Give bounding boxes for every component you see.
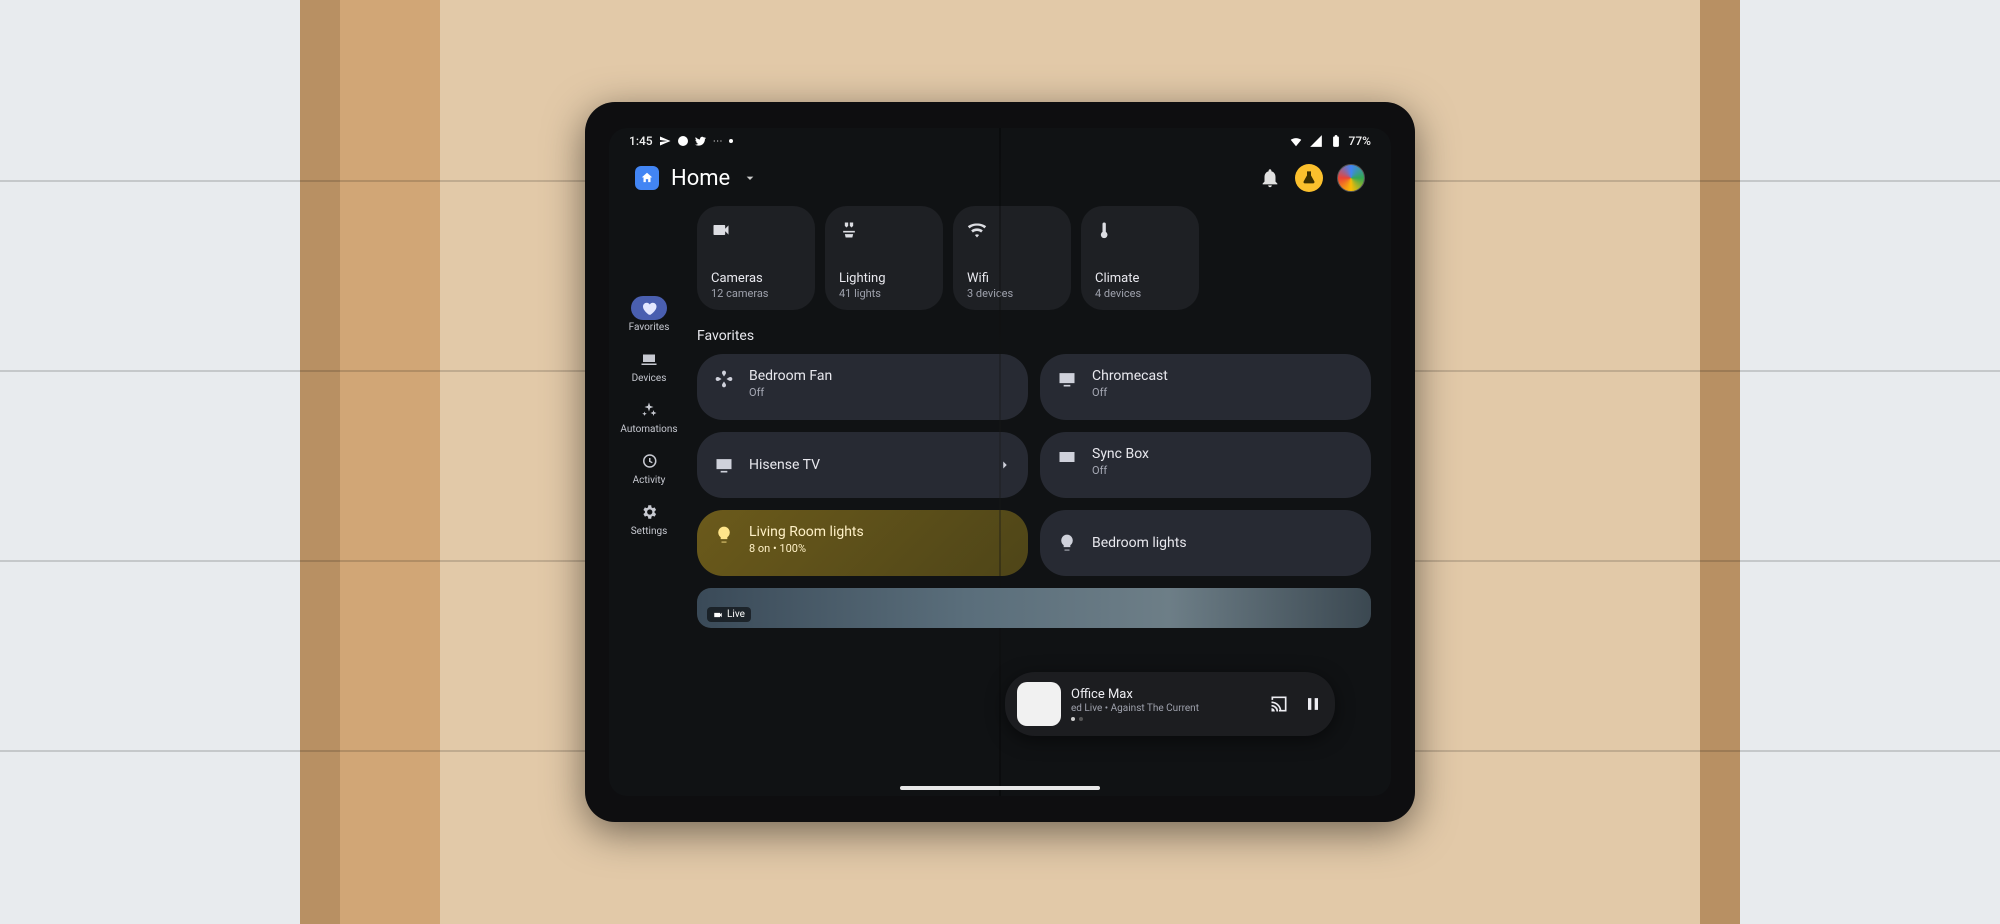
sidebar-item-settings[interactable]: Settings: [631, 500, 668, 537]
category-label: Cameras: [711, 271, 801, 286]
device-hisense-tv[interactable]: Hisense TV: [697, 432, 1028, 498]
sidebar-item-label: Automations: [620, 424, 677, 435]
device-status: Off: [749, 386, 832, 399]
device-name: Bedroom Fan: [749, 368, 832, 384]
wifi-icon: [1289, 134, 1303, 148]
sidebar-item-label: Devices: [632, 373, 667, 384]
send-icon: [659, 135, 671, 147]
reddit-icon: [677, 135, 689, 147]
camera-icon: [713, 610, 723, 620]
device-name: Sync Box: [1092, 446, 1149, 462]
sidebar-item-favorites[interactable]: Favorites: [629, 296, 670, 333]
section-favorites-title: Favorites: [697, 328, 1371, 344]
category-lighting[interactable]: Lighting 41 lights: [825, 206, 943, 310]
sidebar-item-label: Settings: [631, 526, 668, 537]
bell-icon[interactable]: [1259, 167, 1281, 189]
sidebar-item-activity[interactable]: Activity: [631, 449, 667, 486]
home-indicator[interactable]: [900, 786, 1100, 790]
tv-icon: [714, 455, 734, 475]
category-sub: 41 lights: [839, 287, 929, 300]
bulb-icon: [1057, 533, 1077, 553]
fan-icon: [714, 369, 734, 389]
device-name: Chromecast: [1092, 368, 1168, 384]
device-status: 8 on • 100%: [749, 542, 864, 555]
sidebar: Favorites Devices Automations Activity S…: [609, 204, 689, 786]
clock: 1:45: [629, 134, 653, 148]
device-name: Living Room lights: [749, 524, 864, 540]
device-frame: 1:45 ⋯ 77% Home: [585, 102, 1415, 822]
flask-icon: [1301, 170, 1317, 186]
cast-icon[interactable]: [1269, 694, 1289, 714]
category-sub: 12 cameras: [711, 287, 801, 300]
media-player[interactable]: Office Max ed Live • Against The Current: [1005, 672, 1335, 736]
device-bedroom-fan[interactable]: Bedroom Fan Off: [697, 354, 1028, 420]
track-title: Office Max: [1071, 687, 1199, 702]
sidebar-item-devices[interactable]: Devices: [631, 347, 667, 384]
page-title[interactable]: Home: [671, 166, 730, 191]
box-icon: [1057, 447, 1077, 467]
pause-icon[interactable]: [1303, 694, 1323, 714]
device-status: Off: [1092, 386, 1168, 399]
tv-icon: [1057, 369, 1077, 389]
battery-icon: [1329, 134, 1343, 148]
sidebar-item-label: Activity: [633, 475, 666, 486]
device-name: Bedroom lights: [1092, 535, 1187, 551]
thermometer-icon: [1095, 220, 1115, 240]
gear-icon: [640, 503, 658, 521]
chevron-down-icon[interactable]: [742, 170, 758, 186]
category-wifi[interactable]: Wifi 3 devices: [953, 206, 1071, 310]
twitter-icon: [695, 135, 707, 147]
category-cameras[interactable]: Cameras 12 cameras: [697, 206, 815, 310]
device-sync-box[interactable]: Sync Box Off: [1040, 432, 1371, 498]
sparkle-icon: [640, 401, 658, 419]
camera-feed[interactable]: Live: [697, 588, 1371, 628]
device-bedroom-lights[interactable]: Bedroom lights: [1040, 510, 1371, 576]
category-climate[interactable]: Climate 4 devices: [1081, 206, 1199, 310]
devices-icon: [640, 350, 658, 368]
device-living-room-lights[interactable]: Living Room lights 8 on • 100%: [697, 510, 1028, 576]
signal-icon: [1309, 134, 1323, 148]
bulb-icon: [714, 525, 734, 545]
avatar[interactable]: [1337, 164, 1365, 192]
camera-icon: [711, 220, 731, 240]
wifi-icon: [967, 220, 987, 240]
category-label: Climate: [1095, 271, 1185, 286]
sidebar-item-label: Favorites: [629, 322, 670, 333]
category-sub: 3 devices: [967, 287, 1057, 300]
device-chromecast[interactable]: Chromecast Off: [1040, 354, 1371, 420]
category-sub: 4 devices: [1095, 287, 1185, 300]
live-badge: Live: [707, 607, 751, 622]
device-name: Hisense TV: [749, 457, 820, 473]
heart-icon: [640, 299, 658, 317]
player-dots: [1071, 717, 1199, 721]
history-icon: [640, 452, 658, 470]
category-label: Wifi: [967, 271, 1057, 286]
home-logo: [635, 166, 659, 190]
device-status: Off: [1092, 464, 1149, 477]
category-label: Lighting: [839, 271, 929, 286]
track-subtitle: ed Live • Against The Current: [1071, 703, 1199, 714]
sidebar-item-automations[interactable]: Automations: [620, 398, 677, 435]
battery-percent: 77%: [1349, 134, 1371, 148]
labs-badge[interactable]: [1295, 164, 1323, 192]
lighting-icon: [839, 220, 859, 240]
album-art: [1017, 682, 1061, 726]
